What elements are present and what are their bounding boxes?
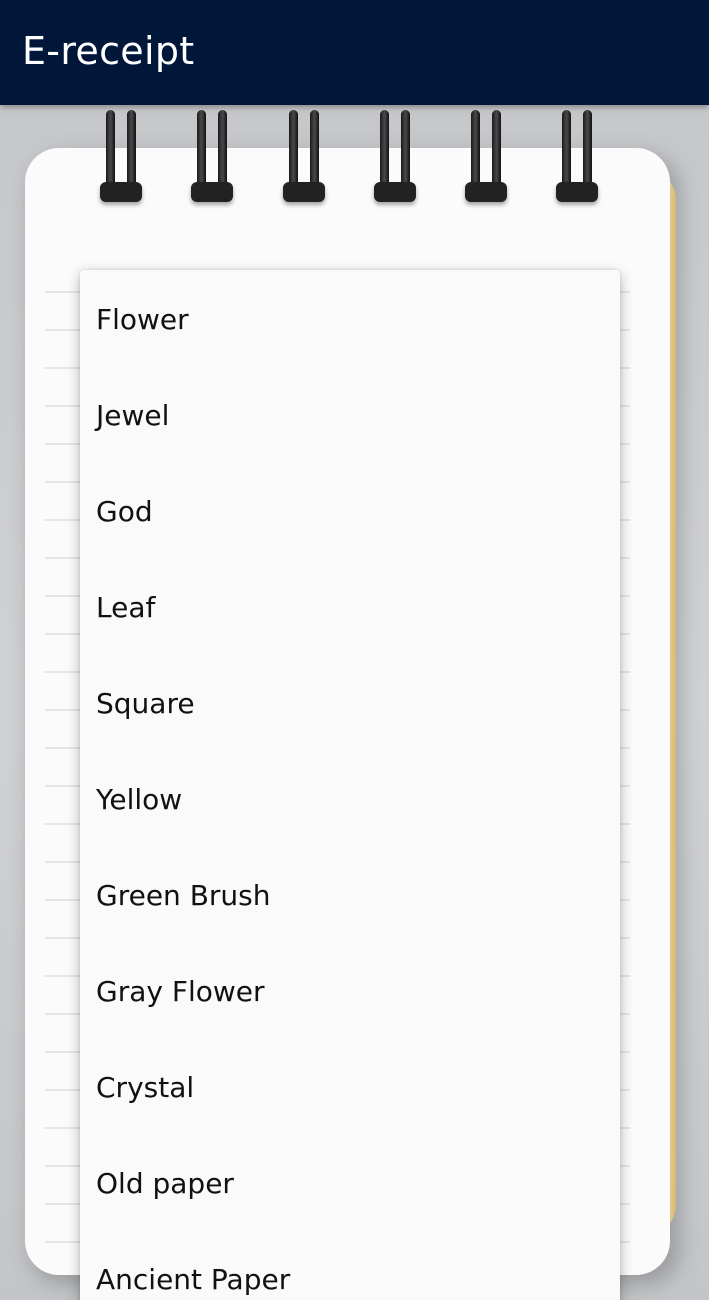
option-label: Jewel [96,399,170,432]
option-label: Yellow [96,783,183,816]
option-label: Ancient Paper [96,1263,291,1296]
option-label: Green Brush [96,879,271,912]
option-label: Square [96,687,195,720]
spiral-ring-icon [465,110,507,210]
spiral-ring-icon [191,110,233,210]
spiral-ring-icon [100,110,142,210]
option-green-brush[interactable]: Green Brush [80,848,620,944]
option-leaf[interactable]: Leaf [80,560,620,656]
option-label: Crystal [96,1071,195,1104]
spiral-ring-icon [374,110,416,210]
option-old-paper[interactable]: Old paper [80,1136,620,1232]
option-label: Leaf [96,591,156,624]
option-label: God [96,495,153,528]
option-gray-flower[interactable]: Gray Flower [80,944,620,1040]
option-label: Flower [96,303,189,336]
option-flower[interactable]: Flower [80,272,620,368]
option-jewel[interactable]: Jewel [80,368,620,464]
option-ancient-paper[interactable]: Ancient Paper [80,1232,620,1300]
option-label: Gray Flower [96,975,265,1008]
option-square[interactable]: Square [80,656,620,752]
spiral-ring-icon [556,110,598,210]
option-god[interactable]: God [80,464,620,560]
option-yellow[interactable]: Yellow [80,752,620,848]
app-bar: E-receipt [0,0,709,105]
theme-dropdown-menu: Flower Jewel God Leaf Square Yellow Gree… [80,270,620,1300]
spiral-ring-icon [283,110,325,210]
option-label: Old paper [96,1167,234,1200]
app-title: E-receipt [22,29,195,73]
option-crystal[interactable]: Crystal [80,1040,620,1136]
